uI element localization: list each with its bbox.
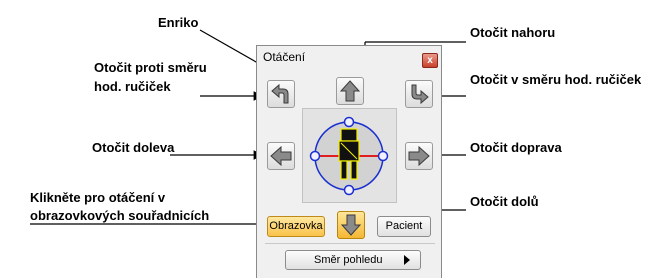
callout-enriko: Enriko [158, 15, 199, 30]
handle-bottom[interactable] [343, 184, 355, 196]
rotate-left-button[interactable] [267, 142, 295, 170]
rotate-right-button[interactable] [405, 142, 433, 170]
rotation-panel: Otáčení x Obrazovka Pacient Směr pohledu [256, 45, 442, 278]
rotate-cw-icon [411, 84, 429, 105]
close-button[interactable]: x [422, 53, 438, 68]
callout-rotate-left: Otočit doleva [92, 140, 175, 155]
rotate-ccw-button[interactable] [267, 80, 295, 108]
separator [265, 243, 435, 244]
panel-title: Otáčení [263, 50, 306, 64]
view-direction-label: Směr pohledu [314, 254, 383, 266]
callout-rotate-ccw-line1: Otočit proti směru [94, 60, 207, 75]
chevron-right-icon [404, 255, 410, 265]
orientation-widget [309, 116, 389, 196]
callout-rotate-down: Otočit dolů [470, 194, 539, 209]
arrow-left-icon [270, 145, 292, 167]
callout-rotate-up: Otočit nahoru [470, 25, 556, 40]
callout-rotate-ccw-line2: hod. ručiček [94, 79, 171, 94]
callout-rotate-right: Otočit doprava [470, 140, 562, 155]
callout-rotate-cw: Otočit v směru hod. ručiček [470, 72, 642, 87]
arrow-up-icon [339, 80, 361, 102]
arrow-down-icon [340, 214, 362, 236]
screen-mode-button[interactable]: Obrazovka [267, 216, 325, 237]
handle-right[interactable] [377, 150, 389, 162]
rotate-up-button[interactable] [336, 77, 364, 105]
view-direction-button[interactable]: Směr pohledu [285, 250, 421, 270]
callout-screen-coords-line2: obrazovkových souřadnicích [30, 208, 210, 223]
rotate-cw-button[interactable] [405, 80, 433, 108]
patient-mode-button[interactable]: Pacient [377, 216, 431, 237]
callout-screen-coords-line1: Klikněte pro otáčení v [30, 190, 166, 205]
arrow-right-icon [408, 145, 430, 167]
rotate-down-button[interactable] [337, 211, 365, 239]
orientation-view[interactable] [302, 108, 397, 203]
rotate-ccw-icon [271, 83, 289, 104]
handle-left[interactable] [309, 150, 321, 162]
handle-top[interactable] [343, 116, 355, 128]
